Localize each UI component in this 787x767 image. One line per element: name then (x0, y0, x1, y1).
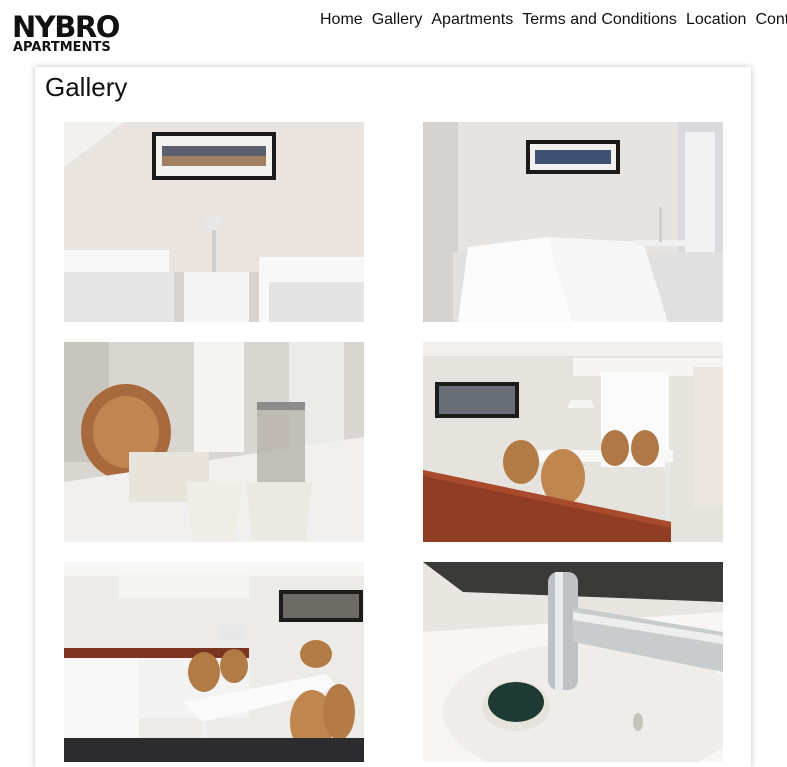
logo-wordmark: NYBRO (12, 10, 120, 44)
logo-subtitle: APARTMENTS (13, 40, 111, 55)
nav-home[interactable]: Home (320, 10, 363, 30)
kitchenette-image (64, 562, 364, 762)
bathroom-sink-image (423, 562, 723, 762)
gallery-photo-coffee-table[interactable] (64, 342, 364, 542)
nav-terms[interactable]: Terms and Conditions (522, 10, 677, 30)
gallery-photo-bathroom-sink[interactable] (423, 562, 723, 762)
page-title: Gallery (45, 72, 128, 102)
nav-apartments[interactable]: Apartments (431, 10, 513, 30)
bedroom-double-image (423, 122, 723, 322)
nav-location[interactable]: Location (686, 10, 747, 30)
dining-area-image (423, 342, 723, 542)
gallery-card: Gallery (35, 67, 751, 767)
gallery-photo-bedroom-twin[interactable] (64, 122, 364, 322)
gallery-photo-kitchenette[interactable] (64, 562, 364, 762)
site-logo[interactable]: NYBRO APARTMENTS (12, 13, 124, 57)
site-header: NYBRO APARTMENTS Home Gallery Apartments… (0, 0, 787, 64)
gallery-photo-dining-area[interactable] (423, 342, 723, 542)
bedroom-twin-image (64, 122, 364, 322)
gallery-photo-bedroom-double[interactable] (423, 122, 723, 322)
coffee-table-image (64, 342, 364, 542)
nav-contact[interactable]: Cont (755, 10, 787, 30)
nav-gallery[interactable]: Gallery (372, 10, 423, 30)
main-nav: Home Gallery Apartments Terms and Condit… (320, 10, 787, 30)
